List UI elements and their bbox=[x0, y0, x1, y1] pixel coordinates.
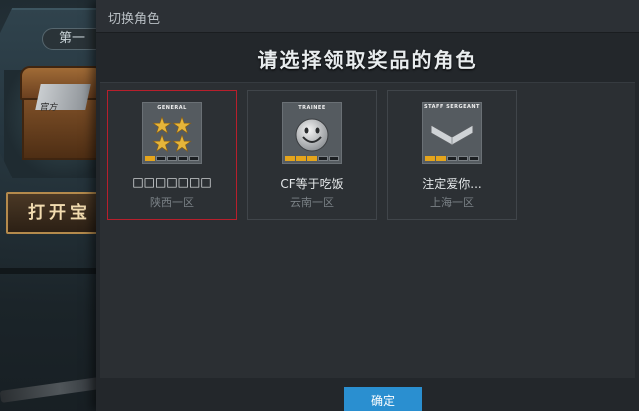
role-server: 陕西一区 bbox=[150, 196, 194, 209]
role-name: 注定爱你... bbox=[422, 177, 482, 191]
dialog-title: 切换角色 bbox=[108, 12, 161, 27]
rank-label: TRAINEE bbox=[298, 105, 326, 111]
open-chest-button[interactable]: 打开宝 bbox=[6, 192, 100, 234]
exp-progress-bar bbox=[425, 156, 479, 161]
dialog-heading: 请选择领取奖品的角色 bbox=[257, 48, 478, 72]
rank-label: GENERAL bbox=[157, 105, 187, 111]
rank-badge: GENERAL bbox=[142, 102, 202, 164]
role-card[interactable]: GENERAL □□□□□□□ 陕西一区 bbox=[107, 90, 237, 220]
role-card[interactable]: STAFF SERGEANT 注定爱你... 上海一区 bbox=[387, 90, 517, 220]
treasure-chest-image: 官方 bbox=[20, 66, 104, 162]
chevron-insignia-icon bbox=[423, 115, 481, 155]
chest-plate-text: 官方 bbox=[38, 103, 59, 113]
role-name: CF等于吃饭 bbox=[280, 177, 344, 191]
background-divider bbox=[0, 268, 100, 274]
role-card[interactable]: TRAINEE CF等于吃饭 云南一区 bbox=[247, 90, 377, 220]
confirm-button[interactable]: 确定 bbox=[344, 387, 422, 411]
switch-role-dialog: 切换角色 请选择领取奖品的角色 GENERAL □□□□□□□ 陕西一区 TRA… bbox=[96, 0, 639, 411]
exp-progress-bar bbox=[145, 156, 199, 161]
smiley-face-icon bbox=[283, 115, 341, 155]
exp-progress-bar bbox=[285, 156, 339, 161]
four-gold-stars-icon bbox=[143, 115, 201, 155]
role-server: 上海一区 bbox=[430, 196, 474, 209]
role-name: □□□□□□□ bbox=[132, 175, 212, 189]
dialog-titlebar: 切换角色 bbox=[96, 0, 639, 33]
rank-badge: TRAINEE bbox=[282, 102, 342, 164]
rank-badge: STAFF SERGEANT bbox=[422, 102, 482, 164]
dialog-footer: 确定 bbox=[96, 378, 639, 411]
role-server: 云南一区 bbox=[290, 196, 334, 209]
rifle-decoration bbox=[0, 377, 101, 403]
role-list: GENERAL □□□□□□□ 陕西一区 TRAINEE CF等于吃饭 云南一区… bbox=[100, 82, 635, 378]
rank-label: STAFF SERGEANT bbox=[424, 104, 480, 110]
